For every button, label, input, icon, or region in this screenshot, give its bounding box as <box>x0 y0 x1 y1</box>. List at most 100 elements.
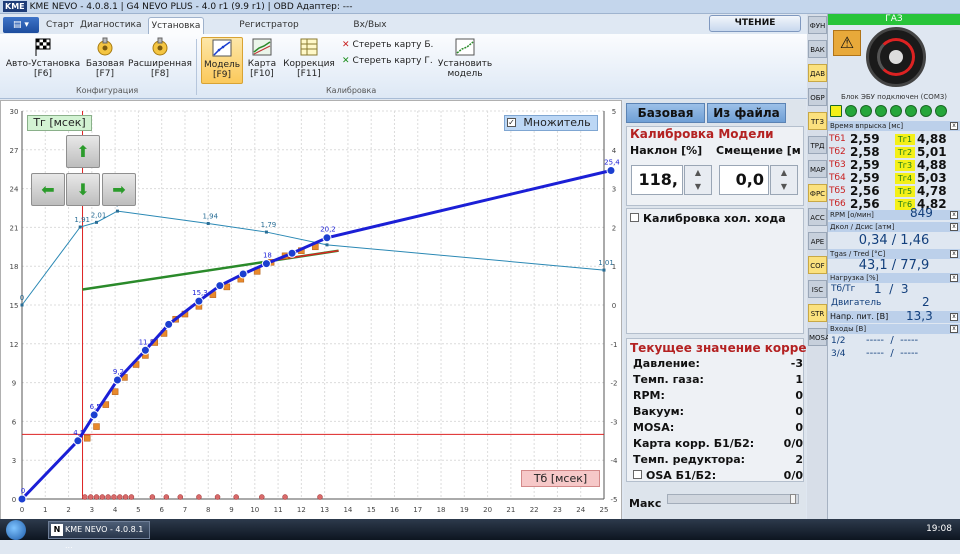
side-button-isc[interactable]: ISC <box>808 280 827 298</box>
tab-start[interactable]: Старт <box>42 17 78 34</box>
voltage-value: 13,3 <box>906 309 933 323</box>
row-label: Темп. газа: <box>633 373 704 386</box>
correction-label: 0 <box>20 294 24 302</box>
model-calibration-panel: Базовая Из файла Калибровка Модели Накло… <box>624 100 832 520</box>
side-button-трд[interactable]: ТРД <box>808 136 827 154</box>
side-button-обр[interactable]: ОБР <box>808 88 827 106</box>
idle-calibration-toggle[interactable]: Калибровка хол. хода <box>630 212 786 225</box>
side-button-тгз[interactable]: ТГЗ <box>808 112 827 130</box>
idle-checkbox[interactable] <box>630 213 639 222</box>
side-button-мар[interactable]: МАР <box>808 160 827 178</box>
model-point <box>322 233 332 243</box>
injector-leds <box>830 105 958 118</box>
correction-row: Карта корр. Б1/Б2: 0/0 <box>633 437 803 450</box>
rpm-marker <box>214 494 221 500</box>
start-button[interactable] <box>6 520 26 540</box>
base-button[interactable]: Базовая <box>626 103 705 123</box>
load-label: Нагрузка [%] <box>830 274 879 282</box>
map-button[interactable]: Карта [F10] <box>246 37 278 79</box>
x-tick-label: 23 <box>553 506 562 514</box>
multiplier-toggle[interactable]: ✓ Множитель <box>504 115 598 131</box>
tab-recorder[interactable]: Регистратор (Осциллограф) <box>206 17 332 46</box>
offset-spinner[interactable]: ▲ ▼ <box>770 165 798 195</box>
fuel-switch-dial[interactable] <box>866 27 926 87</box>
rpm-marker <box>282 494 288 500</box>
side-button-mosa[interactable]: MOSA <box>808 328 830 346</box>
auto-setup-button[interactable]: Авто-Установка [F6] <box>4 37 82 79</box>
side-button-cof[interactable]: COF <box>808 256 827 274</box>
app-menu-button[interactable]: ▤ ▾ <box>3 17 39 33</box>
model-label: Модель <box>203 60 241 70</box>
close-icon[interactable]: x <box>950 313 958 321</box>
model-button[interactable]: Модель [F9] <box>201 37 243 84</box>
correction-point <box>78 225 82 229</box>
correction-row: Вакуум: 0 <box>633 405 803 418</box>
gauge-icon <box>152 37 168 56</box>
x-tick-label: 15 <box>367 506 376 514</box>
set-model-button[interactable]: Установить модель <box>436 37 494 79</box>
calibration-group-label: Калибровка <box>326 86 377 95</box>
side-button-ape[interactable]: APE <box>808 232 827 250</box>
slider-thumb[interactable] <box>790 494 796 504</box>
close-icon[interactable]: x <box>950 223 958 231</box>
shift-left-button[interactable]: ⬅ <box>31 173 65 206</box>
rpm-marker <box>163 494 170 500</box>
side-button-str[interactable]: STR <box>808 304 827 322</box>
row-value: 1 <box>795 373 803 386</box>
read-button[interactable]: ЧТЕНИЕ <box>709 15 801 32</box>
tab-diagnostics[interactable]: Диагностика <box>80 17 142 34</box>
max-slider[interactable] <box>667 494 799 504</box>
osa-checkbox[interactable] <box>633 470 642 479</box>
x-tick-label: 6 <box>159 506 164 514</box>
shift-right-button[interactable]: ➡ <box>102 173 136 206</box>
tab-installation[interactable]: Установка <box>148 17 204 34</box>
shift-down-button[interactable]: ⬇ <box>66 173 100 206</box>
model-label: 0 <box>21 487 25 495</box>
row-value: 0 <box>795 405 803 418</box>
row-label: MOSA: <box>633 421 675 434</box>
idle-calibration-box: Калибровка хол. хода <box>626 208 804 334</box>
tb-label: Тб3 <box>829 160 846 170</box>
y2-tick-label: 5 <box>612 108 616 116</box>
shift-up-button[interactable]: ⬆ <box>66 135 100 168</box>
close-icon[interactable]: x <box>950 122 958 130</box>
basic-config-button[interactable]: Базовая [F7] <box>84 37 126 79</box>
multiplier-checkbox[interactable]: ✓ <box>507 118 516 127</box>
row-value: 2 <box>795 453 803 466</box>
model-point <box>287 248 297 258</box>
close-icon[interactable]: x <box>950 211 958 219</box>
close-icon[interactable]: x <box>950 274 958 282</box>
load-tb-tg-label: Тб/Тг <box>831 284 856 294</box>
side-button-асс[interactable]: АСС <box>808 208 827 226</box>
tab-io[interactable]: Вх/Вых <box>348 17 392 34</box>
advanced-config-button[interactable]: Расширенная [F8] <box>128 37 192 79</box>
warning-icon[interactable]: ⚠ <box>833 30 861 56</box>
injector-led <box>845 105 857 117</box>
correction-point <box>20 303 24 307</box>
slope-input[interactable]: 118, <box>631 165 683 195</box>
taskbar-app-label: KME NEVO - 4.0.8.1 ... <box>65 525 144 550</box>
green-x-icon: ✕ <box>342 56 350 66</box>
calibration-chart[interactable]: 0 3 6 9 12 15 18 21 24 27 30 -5 -4 -3 -2 -1 0 1 2 3 4 5 0 1 2 3 4 5… <box>0 100 622 520</box>
correction-label: 1,01 <box>598 259 614 267</box>
clear-map-g-button[interactable]: ✕ Стереть карту Г. <box>342 56 433 66</box>
side-button-фун[interactable]: ФУН <box>808 16 827 34</box>
close-icon[interactable]: x <box>950 325 958 333</box>
osa-row[interactable]: OSA Б1/Б2: 0/0 <box>633 469 803 482</box>
checkered-flag-icon <box>35 38 51 56</box>
side-button-вак[interactable]: ВАК <box>808 40 827 58</box>
taskbar-app-item[interactable]: N KME NEVO - 4.0.8.1 ... <box>48 521 150 550</box>
correction-button[interactable]: Коррекция [F11] <box>283 37 335 79</box>
model-chart-icon <box>212 39 232 57</box>
close-icon[interactable]: x <box>950 250 958 258</box>
clear-map-b-button[interactable]: ✕ Стереть карту Б. <box>342 40 433 50</box>
x-tick-label: 10 <box>250 506 259 514</box>
input-1-2-value: ----- / ----- <box>866 335 919 346</box>
from-file-button[interactable]: Из файла <box>707 103 786 123</box>
slope-spinner[interactable]: ▲ ▼ <box>684 165 712 195</box>
side-button-фрс[interactable]: ФРС <box>808 184 827 202</box>
offset-input[interactable]: 0,0 <box>719 165 769 195</box>
side-button-дав[interactable]: ДАВ <box>808 64 827 82</box>
rpm-marker <box>117 494 123 500</box>
correction-point <box>115 209 119 213</box>
